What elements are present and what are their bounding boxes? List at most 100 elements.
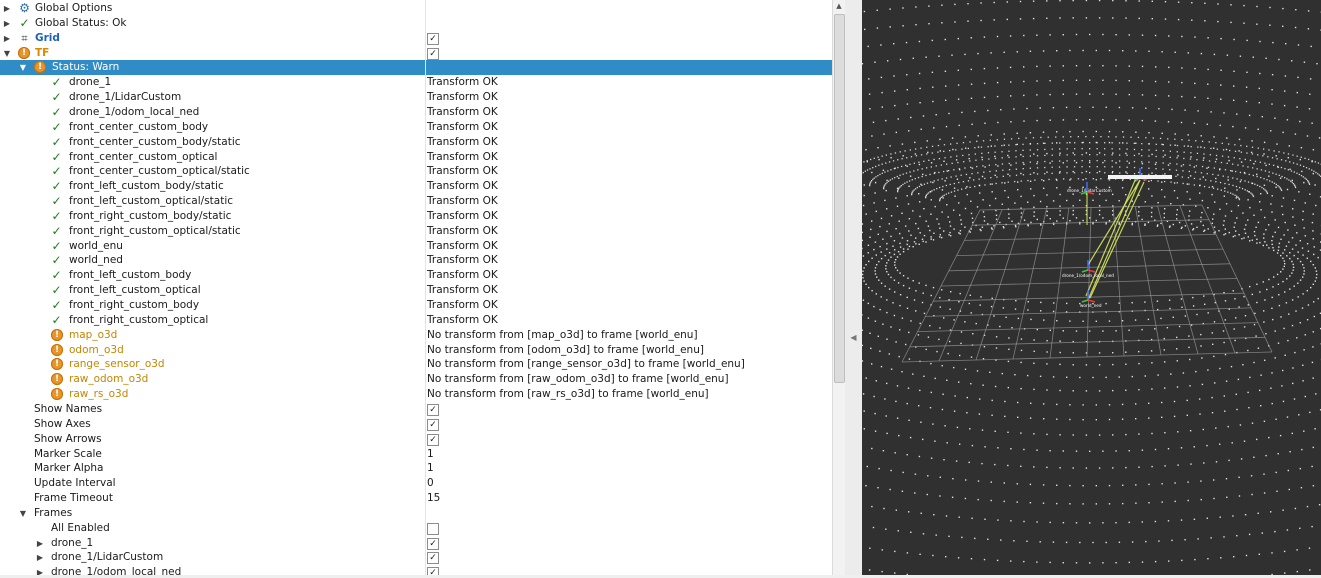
frame-status-row[interactable]: ✓drone_1Transform OK [0,75,832,90]
scene-canvas[interactable]: drone_1/LidarCustomdrone_1/odom_local_ne… [862,0,1321,575]
property-label: Update Interval [34,476,116,491]
frame-warning-row[interactable]: !raw_odom_o3dNo transform from [raw_odom… [0,372,832,387]
status-ok-icon: ✓ [50,195,63,208]
property-checkbox[interactable]: ✓ [427,434,439,446]
frame-status-row[interactable]: ✓front_center_custom_optical/staticTrans… [0,164,832,179]
collapsed-arrow-icon[interactable]: ▶ [35,536,45,551]
frame-status-row[interactable]: ✓front_center_custom_opticalTransform OK [0,150,832,165]
status-warn-icon: ! [18,47,30,59]
tf-label: TF [35,46,49,61]
grid-enabled-checkbox[interactable]: ✓ [427,33,439,45]
global-options-row[interactable]: ▶⚙Global Options [0,1,832,16]
frame-status-value: Transform OK [427,224,498,239]
status-ok-icon: ✓ [50,165,63,178]
frame-warning-row[interactable]: !range_sensor_o3dNo transform from [rang… [0,357,832,372]
property-label: Frame Timeout [34,491,113,506]
frame-warning-value: No transform from [raw_rs_o3d] to frame … [427,387,709,402]
frame-status-row[interactable]: ✓front_right_custom_bodyTransform OK [0,298,832,313]
frame-status-row[interactable]: ✓front_left_custom_body/staticTransform … [0,179,832,194]
expanded-arrow-icon[interactable]: ▼ [18,506,28,521]
tf-property-row[interactable]: Show Arrows✓ [0,432,832,447]
tf-arrow-line [1090,182,1144,298]
frame-status-row[interactable]: ✓front_right_custom_opticalTransform OK [0,313,832,328]
frame-name: world_enu [69,239,123,254]
frame-status-row[interactable]: ✓front_center_custom_bodyTransform OK [0,120,832,135]
frame-toggle-row[interactable]: ▶drone_1✓ [0,536,832,551]
property-label: Marker Alpha [34,461,104,476]
all-enabled-row[interactable]: All Enabled [0,521,832,536]
tree-scrollbar[interactable]: ▲ [832,0,845,575]
frame-warning-row[interactable]: !map_o3dNo transform from [map_o3d] to f… [0,328,832,343]
status-ok-icon: ✓ [18,17,31,30]
scroll-up-arrow-icon[interactable]: ▲ [833,0,845,12]
frame-name: front_right_custom_body [69,298,199,313]
frame-status-row[interactable]: ✓world_nedTransform OK [0,253,832,268]
grid-display-row[interactable]: ▶⌗Grid✓ [0,31,832,46]
expanded-arrow-icon[interactable]: ▼ [18,60,28,75]
tf-display-row[interactable]: ▼! TF ✓ [0,46,832,61]
frames-group-row[interactable]: ▼Frames [0,506,832,521]
frame-toggle-row[interactable]: ▶drone_1/LidarCustom✓ [0,550,832,565]
all-enabled-checkbox[interactable] [427,523,439,535]
collapsed-arrow-icon[interactable]: ▶ [2,16,12,31]
collapsed-arrow-icon[interactable]: ▶ [35,550,45,565]
status-ok-icon: ✓ [50,284,63,297]
collapsed-arrow-icon[interactable]: ▶ [35,565,45,575]
frame-status-row[interactable]: ✓front_left_custom_bodyTransform OK [0,268,832,283]
frame-name: front_right_custom_optical/static [69,224,241,239]
property-checkbox[interactable]: ✓ [427,404,439,416]
collapsed-arrow-icon[interactable]: ▶ [2,1,12,16]
frame-name: raw_odom_o3d [69,372,148,387]
frame-name: front_center_custom_body [69,120,208,135]
tf-enabled-checkbox[interactable]: ✓ [427,48,439,60]
global-status-row[interactable]: ▶✓Global Status: Ok [0,16,832,31]
property-checkbox[interactable]: ✓ [427,419,439,431]
frame-status-row[interactable]: ✓front_right_custom_body/staticTransform… [0,209,832,224]
status-ok-icon: ✓ [50,225,63,238]
frame-status-row[interactable]: ✓front_left_custom_opticalTransform OK [0,283,832,298]
lidar-frame-marker [1108,175,1172,179]
frame-status-value: Transform OK [427,135,498,150]
frame-name: front_left_custom_body/static [69,179,224,194]
frame-status-value: Transform OK [427,283,498,298]
tf-property-row[interactable]: Update Interval0 [0,476,832,491]
frame-name: raw_rs_o3d [69,387,128,402]
expanded-arrow-icon[interactable]: ▼ [2,46,12,61]
frame-status-row[interactable]: ✓drone_1/LidarCustomTransform OK [0,90,832,105]
frame-warning-row[interactable]: ! raw_rs_o3d No transform from [raw_rs_o3d… [0,387,832,402]
tf-property-row[interactable]: Frame Timeout15 [0,491,832,506]
status-ok-icon: ✓ [50,210,63,223]
panel-splitter[interactable]: ◀ [845,0,862,575]
frame-warning-value: No transform from [range_sensor_o3d] to … [427,357,745,372]
tf-property-row[interactable]: Show Axes✓ [0,417,832,432]
frame-name: front_right_custom_body/static [69,209,231,224]
scroll-thumb[interactable] [834,14,845,383]
tf-property-row[interactable]: Marker Scale1 [0,447,832,462]
tf-property-row[interactable]: Marker Alpha1 [0,461,832,476]
frame-status-row[interactable]: ✓front_center_custom_body/staticTransfor… [0,135,832,150]
grid-label: Grid [35,31,60,46]
frame-warning-row[interactable]: !odom_o3dNo transform from [odom_o3d] to… [0,343,832,358]
collapsed-arrow-icon[interactable]: ▶ [2,31,12,46]
frame-status-row[interactable]: ✓world_enuTransform OK [0,239,832,254]
frame-status-value: Transform OK [427,90,498,105]
tf-status-row[interactable]: ▼!Status: Warn [0,60,832,75]
status-ok-icon: ✓ [50,299,63,312]
tf-property-row[interactable]: Show Names✓ [0,402,832,417]
frame-name: drone_1/LidarCustom [69,90,181,105]
global-options-label: Global Options [35,1,112,16]
collapse-arrow-icon[interactable]: ◀ [849,332,858,344]
status-warn-icon: ! [51,329,63,341]
status-ok-icon: ✓ [50,151,63,164]
frame-enabled-checkbox[interactable]: ✓ [427,552,439,564]
frame-status-row[interactable]: ✓ front_right_custom_optical/static Transf… [0,224,832,239]
tf-status-label: Status: Warn [52,60,119,75]
3d-viewport[interactable]: drone_1/LidarCustomdrone_1/odom_local_ne… [862,0,1321,575]
frame-toggle-row[interactable]: ▶drone_1/odom_local_ned✓ [0,565,832,575]
frame-status-value: Transform OK [427,194,498,209]
frame-status-row[interactable]: ✓drone_1/odom_local_nedTransform OK [0,105,832,120]
frame-status-row[interactable]: ✓front_left_custom_optical/staticTransfo… [0,194,832,209]
frame-enabled-checkbox[interactable]: ✓ [427,567,439,575]
frame-enabled-checkbox[interactable]: ✓ [427,538,439,550]
status-warn-icon: ! [51,388,63,400]
